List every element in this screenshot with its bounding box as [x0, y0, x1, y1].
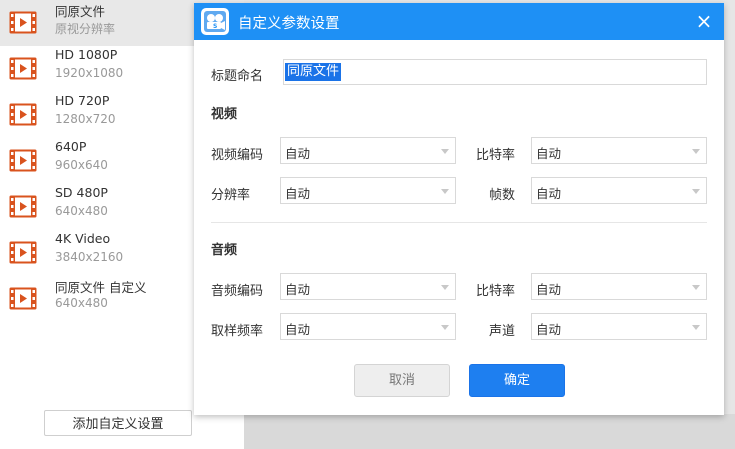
sample-rate-select[interactable]: 自动 — [280, 313, 456, 340]
chevron-down-icon — [692, 149, 700, 154]
chevron-down-icon — [441, 149, 449, 154]
section-divider — [211, 222, 707, 223]
resolution-label: 分辨率 — [211, 188, 251, 203]
chevron-down-icon — [441, 189, 449, 194]
resolution-value: 自动 — [285, 186, 311, 201]
video-bitrate-label: 比特率 — [476, 148, 516, 163]
preset-resolution: 1280x720 — [55, 112, 116, 126]
film-icon — [9, 103, 37, 126]
video-bitrate-select[interactable]: 自动 — [531, 137, 707, 164]
title-name-label: 标题命名 — [211, 69, 264, 84]
film-icon — [9, 57, 37, 80]
film-icon — [9, 241, 37, 264]
chevron-down-icon — [692, 189, 700, 194]
audio-section-title: 音频 — [211, 243, 238, 258]
video-codec-select[interactable]: 自动 — [280, 137, 456, 164]
framerate-label: 帧数 — [489, 188, 516, 203]
custom-params-dialog: S 自定义参数设置 × 标题命名 同原文件 视频 视频编码 自动 比特率 自动 … — [194, 3, 724, 415]
title-name-input[interactable]: 同原文件 — [283, 59, 707, 85]
audio-codec-value: 自动 — [285, 282, 311, 297]
preset-name: HD 720P — [55, 93, 110, 108]
preset-name: 640P — [55, 139, 87, 154]
film-icon — [9, 11, 37, 34]
audio-bitrate-select[interactable]: 自动 — [531, 273, 707, 300]
audio-codec-select[interactable]: 自动 — [280, 273, 456, 300]
film-icon — [9, 195, 37, 218]
preset-name: 4K Video — [55, 231, 111, 246]
preset-resolution: 1920x1080 — [55, 66, 124, 80]
preset-resolution: 原视分辨率 — [55, 22, 116, 36]
channel-value: 自动 — [536, 322, 562, 337]
chevron-down-icon — [692, 285, 700, 290]
preset-name: SD 480P — [55, 185, 108, 200]
channel-select[interactable]: 自动 — [531, 313, 707, 340]
video-bitrate-value: 自动 — [536, 146, 562, 161]
resolution-select[interactable]: 自动 — [280, 177, 456, 204]
chevron-down-icon — [692, 325, 700, 330]
audio-codec-label: 音频编码 — [211, 284, 264, 299]
film-icon — [9, 149, 37, 172]
close-icon[interactable]: × — [692, 9, 716, 33]
preset-resolution: 640x480 — [55, 296, 108, 310]
audio-bitrate-value: 自动 — [536, 282, 562, 297]
cancel-button[interactable]: 取消 — [354, 364, 450, 397]
video-codec-value: 自动 — [285, 146, 311, 161]
video-camera-logo-icon: S — [201, 8, 229, 35]
preset-name: 同原文件 — [55, 4, 106, 19]
preset-name: 同原文件 自定义 — [55, 280, 147, 295]
svg-text:S: S — [213, 23, 217, 30]
video-codec-label: 视频编码 — [211, 148, 264, 163]
preset-resolution: 640x480 — [55, 204, 108, 218]
chevron-down-icon — [441, 285, 449, 290]
audio-bitrate-label: 比特率 — [476, 284, 516, 299]
ok-button[interactable]: 确定 — [469, 364, 565, 397]
background-strip — [244, 414, 735, 449]
add-custom-setting-button[interactable]: 添加自定义设置 — [44, 410, 192, 436]
title-name-value: 同原文件 — [285, 63, 342, 81]
preset-name: HD 1080P — [55, 47, 118, 62]
preset-resolution: 3840x2160 — [55, 250, 124, 264]
dialog-title: 自定义参数设置 — [238, 16, 340, 32]
dialog-header: S 自定义参数设置 × — [194, 3, 724, 40]
sample-rate-label: 取样频率 — [211, 324, 264, 339]
video-section-title: 视频 — [211, 107, 238, 122]
preset-resolution: 960x640 — [55, 158, 108, 172]
channel-label: 声道 — [489, 324, 516, 339]
chevron-down-icon — [441, 325, 449, 330]
framerate-select[interactable]: 自动 — [531, 177, 707, 204]
framerate-value: 自动 — [536, 186, 562, 201]
sample-rate-value: 自动 — [285, 322, 311, 337]
film-icon — [9, 287, 37, 310]
